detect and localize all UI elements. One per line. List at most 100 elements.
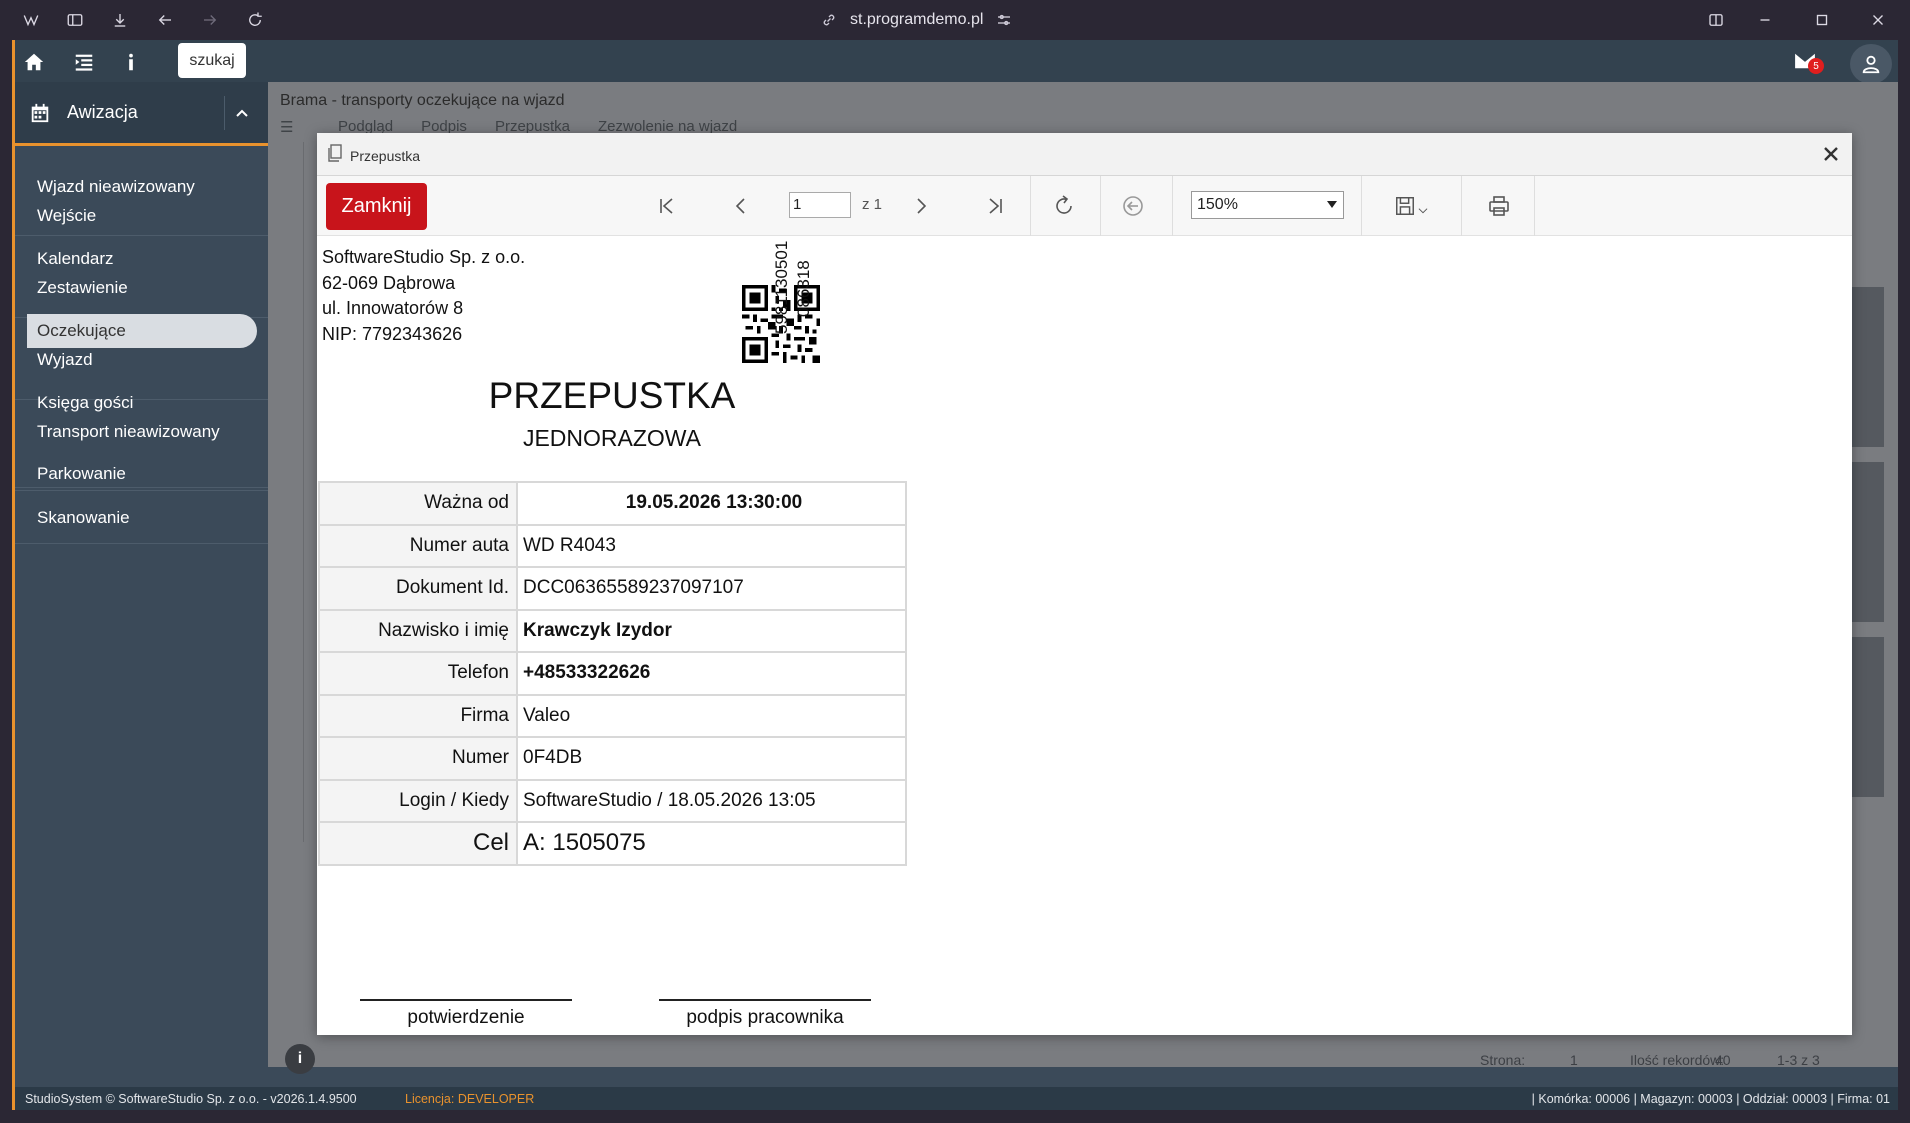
table-row: Dokument Id. DCC06365589237097107	[318, 566, 907, 611]
maximize-icon[interactable]	[1810, 8, 1834, 32]
page-title: Brama - transporty oczekujące na wjazd	[280, 92, 565, 109]
status-bar: StudioSystem © SoftwareStudio Sp. z o.o.…	[15, 1087, 1898, 1110]
pass-preview-dialog: Przepustka Zamknij 1 z 1 150% SoftwareSt…	[317, 133, 1852, 1035]
collapse-section-button[interactable]	[224, 96, 258, 130]
company-city: 62-069 Dąbrowa	[322, 272, 456, 293]
save-icon	[1396, 197, 1414, 215]
refresh-icon[interactable]	[1050, 192, 1078, 220]
license-label: Licencja:	[405, 1092, 455, 1106]
menu-collapse-icon[interactable]	[71, 49, 97, 75]
dialog-header: Przepustka	[317, 133, 1852, 176]
last-page-icon[interactable]	[981, 192, 1009, 220]
row-value: DCC06365589237097107	[516, 566, 907, 611]
row-label: Cel	[318, 821, 518, 866]
row-value: 0F4DB	[516, 736, 907, 781]
vertical-code-1: 5981130501	[772, 240, 791, 334]
first-page-icon[interactable]	[653, 192, 681, 220]
row-thumbnail	[1852, 287, 1884, 447]
toolbar-separator	[1534, 176, 1535, 236]
row-label: Login / Kiedy	[318, 778, 518, 823]
search-button[interactable]: szukaj	[178, 43, 246, 78]
sidebar-header[interactable]: Awizacja	[15, 82, 268, 146]
toolbar-separator	[1172, 176, 1173, 236]
pager-records-select[interactable]: 40	[1715, 1052, 1731, 1068]
reload-icon[interactable]	[243, 8, 267, 32]
calendar-icon	[29, 102, 51, 124]
company-nip: NIP: 7792343626	[322, 323, 463, 344]
row-value: A: 1505075	[516, 821, 907, 866]
table-row: Telefon +48533322626	[318, 651, 907, 696]
sidebar-item-zestawienie[interactable]: Zestawienie	[27, 271, 257, 305]
back-icon[interactable]	[153, 8, 177, 32]
row-thumbnail	[1852, 637, 1884, 797]
row-value: +48533322626	[516, 651, 907, 696]
toolbar-separator	[1100, 176, 1101, 236]
pager-range: 1-3 z 3	[1777, 1052, 1820, 1068]
table-row: Nazwisko i imię Krawczyk Izydor	[318, 608, 907, 653]
row-label: Ważna od	[318, 481, 518, 526]
dropdown-arrow-icon	[1327, 201, 1337, 208]
info-circle-icon[interactable]: i	[285, 1044, 315, 1074]
row-value: SoftwareStudio / 18.05.2026 13:05	[516, 778, 907, 823]
table-row: Ważna od 19.05.2026 13:30:00	[318, 481, 907, 526]
print-icon[interactable]	[1485, 192, 1513, 220]
status-context: | Komórka: 00006 | Magazyn: 00003 | Oddz…	[1531, 1092, 1890, 1106]
pass-details-table: Ważna od 19.05.2026 13:30:00 Numer auta …	[318, 481, 907, 866]
row-label: Numer auta	[318, 523, 518, 568]
close-icon	[1824, 147, 1838, 161]
table-row: Numer auta WD R4043	[318, 523, 907, 568]
address-bar[interactable]: st.programdemo.pl	[820, 10, 1013, 30]
pager-records-label: Ilość rekordów:	[1630, 1052, 1725, 1068]
page-number-input[interactable]: 1	[789, 192, 851, 218]
row-label: Telefon	[318, 651, 518, 696]
company-name: SoftwareStudio Sp. z o.o.	[322, 247, 526, 267]
row-value: Valeo	[516, 693, 907, 738]
site-settings-icon[interactable]	[995, 11, 1013, 29]
table-row: Firma Valeo	[318, 693, 907, 738]
minimize-icon[interactable]	[1753, 8, 1777, 32]
vertical-code-2: 086318	[794, 260, 813, 317]
sidebar-item-wejscie[interactable]: Wejście	[27, 199, 257, 233]
sidebar-toggle-icon[interactable]	[63, 8, 87, 32]
info-icon[interactable]	[118, 49, 144, 75]
sidebar-item-parkowanie[interactable]: Parkowanie	[27, 457, 257, 491]
back-to-parent-icon[interactable]	[1119, 192, 1147, 220]
zoom-value: 150%	[1197, 196, 1238, 213]
table-row: Login / Kiedy SoftwareStudio / 18.05.202…	[318, 778, 907, 823]
list-menu-icon[interactable]: ☰	[280, 118, 310, 136]
grid-left-column	[268, 142, 304, 842]
window-close-icon[interactable]	[1866, 8, 1890, 32]
chevron-down-icon	[1418, 208, 1428, 214]
row-label: Dokument Id.	[318, 566, 518, 611]
home-icon[interactable]	[21, 49, 47, 75]
save-menu-button[interactable]	[1388, 192, 1436, 220]
previous-page-icon[interactable]	[727, 192, 755, 220]
user-avatar-button[interactable]	[1850, 44, 1892, 84]
toolbar-separator	[1030, 176, 1031, 236]
zoom-select[interactable]: 150%	[1191, 191, 1344, 219]
page-count: z 1	[862, 196, 883, 213]
sidebar-item-skanowanie[interactable]: Skanowanie	[27, 501, 257, 535]
pager-page-input[interactable]: 1	[1570, 1052, 1578, 1068]
browser-toolbar: st.programdemo.pl	[0, 0, 1910, 40]
forward-icon[interactable]	[198, 8, 222, 32]
table-row: Numer 0F4DB	[318, 736, 907, 781]
browser-logo-icon[interactable]	[19, 8, 43, 32]
sidebar-item-wyjazd[interactable]: Wyjazd	[27, 343, 257, 377]
close-report-button[interactable]: Zamknij	[326, 183, 427, 230]
user-icon	[1862, 55, 1880, 74]
sidebar: Awizacja Wjazd nieawizowany Wejście Kale…	[15, 82, 268, 1067]
toolbar-separator	[1461, 176, 1462, 236]
dialog-close-button[interactable]	[1820, 143, 1842, 165]
url-text: st.programdemo.pl	[850, 11, 984, 28]
split-view-icon[interactable]	[1704, 8, 1728, 32]
sidebar-title: Awizacja	[67, 102, 138, 122]
next-page-icon[interactable]	[907, 192, 935, 220]
license-value: DEVELOPER	[457, 1092, 535, 1106]
download-icon[interactable]	[108, 8, 132, 32]
row-value: 19.05.2026 13:30:00	[516, 481, 907, 526]
mail-button[interactable]: 5	[1794, 52, 1824, 74]
app-topbar: szukaj 5	[15, 40, 1898, 84]
toolbar-separator	[1361, 176, 1362, 236]
report-viewer-toolbar: Zamknij 1 z 1 150%	[317, 176, 1852, 236]
